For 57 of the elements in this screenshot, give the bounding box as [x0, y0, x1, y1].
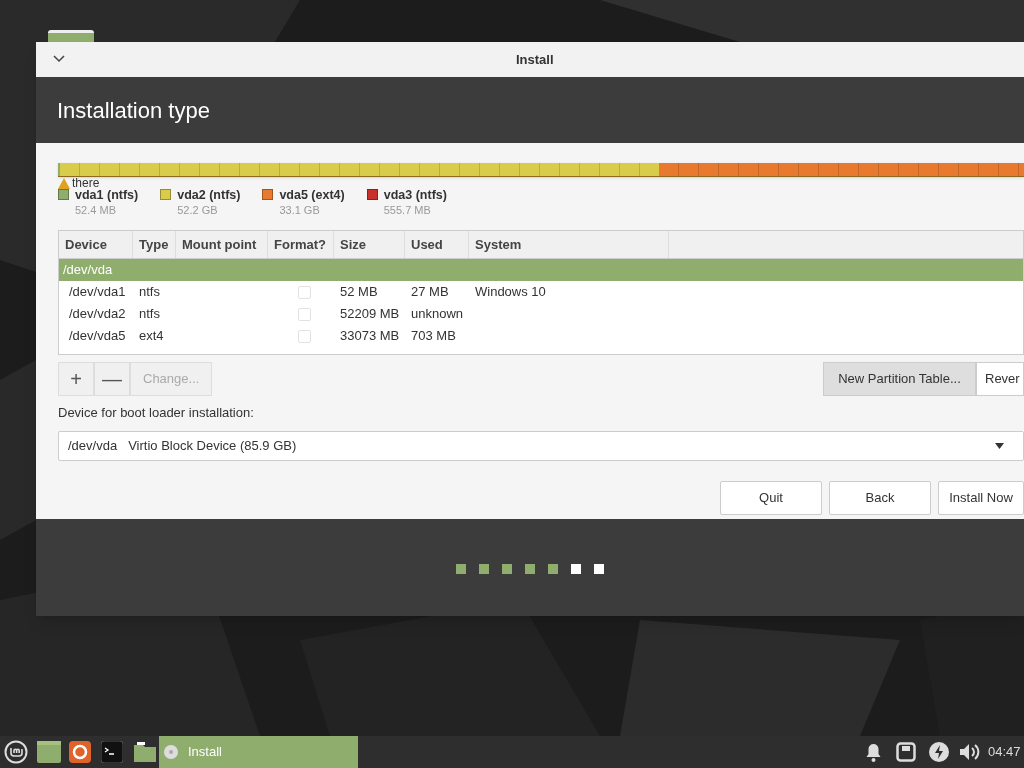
table-cell-text: 52209 MB — [340, 305, 400, 324]
browser-icon[interactable] — [69, 741, 91, 763]
warning-text: there — [72, 177, 100, 189]
column-header[interactable]: Format? — [268, 231, 334, 258]
partition-name: vda5 (ext4) — [279, 187, 345, 203]
add-button[interactable]: + — [58, 362, 94, 396]
table-cell-text: ntfs — [139, 283, 160, 302]
table-cell-text: ext4 — [139, 327, 164, 346]
table-cell-text: 27 MB — [411, 283, 449, 302]
format-checkbox[interactable] — [297, 285, 311, 299]
terminal-icon[interactable] — [101, 741, 123, 763]
action-button[interactable]: New Partition Table... — [823, 362, 976, 396]
table-cell-text: 52 MB — [340, 283, 378, 302]
table-cell-text: /dev/vda5 — [69, 327, 126, 346]
table-cell-text: unknown — [411, 305, 464, 324]
volume-icon[interactable] — [959, 742, 981, 762]
dialog-button[interactable]: Quit — [720, 480, 822, 515]
notification-bell-icon[interactable] — [865, 742, 882, 762]
table-cell-text: /dev/vda1 — [69, 283, 126, 302]
boot-loader-label: Device for boot loader installation: — [58, 404, 255, 422]
partition-size: 52.2 GB — [177, 203, 219, 217]
partition-size: 555.7 MB — [383, 203, 432, 217]
format-checkbox[interactable] — [297, 307, 311, 321]
device-description: Virtio Block Device (85.9 GB) — [128, 436, 298, 455]
remove-button[interactable]: — — [94, 362, 130, 396]
table-cell-text: 33073 MB — [340, 327, 400, 346]
dialog-button[interactable]: Install Now — [938, 480, 1024, 515]
partition-name: vda2 (ntfs) — [177, 187, 241, 203]
column-header[interactable]: Type — [133, 231, 176, 258]
table-cell-text: /dev/vda2 — [69, 305, 126, 324]
table-cell-text: Windows 10 — [475, 283, 546, 302]
table-cell-text: ntfs — [139, 305, 160, 324]
partition-size: 52.4 MB — [75, 203, 117, 217]
clock: 04:47 — [988, 743, 1022, 762]
format-checkbox[interactable] — [297, 329, 311, 343]
window-title: Install — [516, 50, 554, 69]
column-header[interactable]: Mount point — [176, 231, 268, 258]
menu-logo-icon[interactable] — [4, 740, 28, 764]
page-heading: Installation type — [57, 96, 210, 125]
chevron-down-icon[interactable] — [53, 55, 65, 63]
column-header[interactable]: Size — [334, 231, 405, 258]
column-header[interactable]: Device — [59, 231, 133, 258]
installer-icon — [164, 745, 178, 759]
partition-size: 33.1 GB — [279, 203, 321, 217]
table-cell-text: 703 MB — [411, 327, 456, 346]
table-cell-text: /dev/vda — [62, 261, 113, 280]
partition-name: vda1 (ntfs) — [75, 187, 139, 203]
action-button[interactable]: Rever — [976, 362, 1024, 396]
dialog-button[interactable]: Back — [829, 480, 931, 515]
folder-icon[interactable] — [134, 742, 156, 762]
lightning-icon[interactable] — [929, 742, 949, 762]
column-header[interactable]: Used — [405, 231, 469, 258]
column-header[interactable]: System — [469, 231, 669, 258]
device-path: /dev/vda — [68, 436, 118, 455]
partition-name: vda3 (ntfs) — [383, 187, 447, 203]
dropdown-arrow-icon — [995, 442, 1004, 449]
boot-loader-dropdown[interactable]: /dev/vda Virtio Block Device (85.9 GB) — [58, 430, 1024, 461]
